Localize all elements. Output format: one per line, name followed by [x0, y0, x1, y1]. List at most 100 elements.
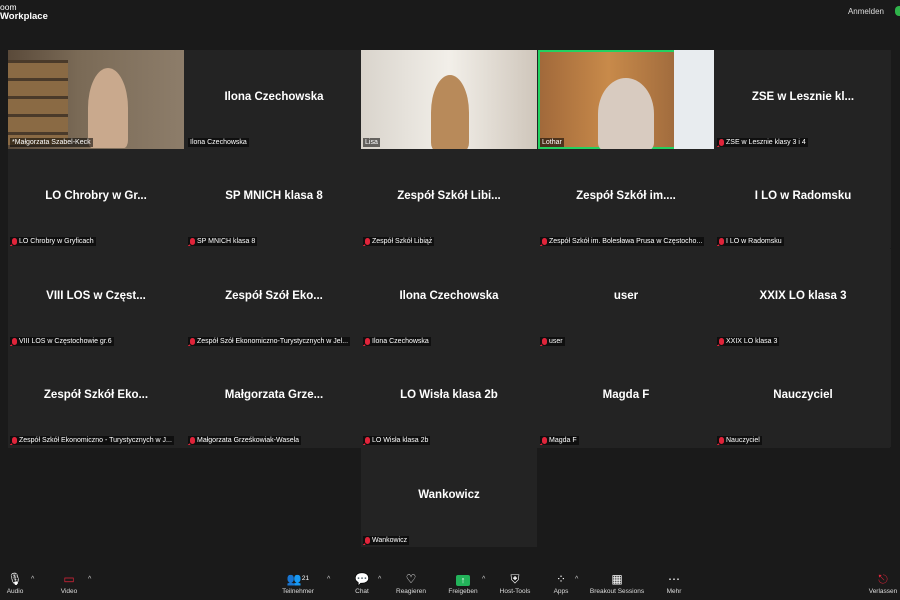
window-background	[674, 50, 714, 149]
muted-microphone-icon	[542, 437, 547, 444]
participant-name-label: Małgorzata Grześkowiak-Wasela	[188, 436, 302, 445]
participant-label-text: Ilona Czechowska	[190, 139, 247, 146]
muted-microphone-icon	[365, 437, 370, 444]
participant-display-name: VIII LOS w Częst...	[46, 290, 146, 302]
participant-tile[interactable]: Zespół Szkół Libi... Zespół Szkół Libiąż	[361, 149, 537, 248]
participant-name-label: I LO w Radomsku	[717, 237, 784, 246]
chat-button[interactable]: 💬 Chat	[352, 572, 372, 595]
participant-video-person	[598, 78, 654, 149]
participant-label-text: Nauczyciel	[726, 437, 760, 444]
participant-display-name: Zespół Szkół im....	[576, 190, 676, 202]
participant-tile[interactable]: *Małgorzata Szabel-Keck	[8, 50, 184, 149]
react-label: Reagieren	[396, 588, 426, 595]
participant-gallery: *Małgorzata Szabel-Keck Ilona Czechowska I…	[8, 50, 891, 448]
participant-tile[interactable]: SP MNICH klasa 8 SP MNICH klasa 8	[186, 149, 362, 248]
participant-tile[interactable]: user user	[538, 249, 714, 348]
meeting-toolbar: 🎙 Audio ^ ▭ Video ^ 👥21 Teilnehmer ^ 💬 C…	[0, 570, 900, 600]
participant-name-label: Wankowicz	[363, 536, 410, 545]
participant-tile[interactable]: LO Wisła klasa 2b LO Wisła klasa 2b	[361, 348, 537, 447]
participant-label-text: Zespół Szkół Ekonomiczno - Turystycznych…	[19, 437, 172, 444]
participant-tile[interactable]: Zespół Szkół Eko... Zespół Szkół Ekonomic…	[8, 348, 184, 447]
muted-microphone-icon	[719, 437, 724, 444]
participant-video-person	[431, 75, 469, 149]
participant-tile[interactable]: LO Chrobry w Gr... LO Chrobry w Gryficach	[8, 149, 184, 248]
participant-name-label: Zespół Szkół im. Bolesława Prusa w Częst…	[540, 237, 705, 246]
participant-label-text: XXIX LO klasa 3	[726, 338, 778, 345]
participant-tile[interactable]: Małgorzata Grze... Małgorzata Grześkowiak…	[186, 348, 362, 447]
participant-label-text: Wankowicz	[372, 537, 408, 544]
participant-display-name: Ilona Czechowska	[224, 91, 324, 103]
participant-label-text: Małgorzata Grześkowiak-Wasela	[197, 437, 300, 444]
participant-label-text: Lothar	[542, 139, 562, 146]
muted-microphone-icon	[12, 238, 17, 245]
participant-label-text: Lisa	[365, 139, 378, 146]
participant-display-name: ZSE w Lesznie kl...	[751, 91, 855, 103]
host-tools-button[interactable]: ⛨ Host-Tools	[496, 572, 534, 595]
participant-display-name: XXIX LO klasa 3	[759, 290, 847, 302]
apps-label: Apps	[553, 588, 569, 595]
participant-tile[interactable]: I LO w Radomsku I LO w Radomsku	[715, 149, 891, 248]
video-button[interactable]: ▭ Video	[56, 572, 82, 595]
participant-tile[interactable]: Magda F Magda F	[538, 348, 714, 447]
video-off-icon: ▭	[63, 572, 75, 586]
audio-label: Audio	[6, 588, 24, 595]
muted-microphone-icon	[190, 338, 195, 345]
participant-label-text: user	[549, 338, 563, 345]
participant-name-label: XXIX LO klasa 3	[717, 337, 780, 346]
share-screen-icon: ↑	[446, 572, 480, 586]
participant-tile[interactable]: XXIX LO klasa 3 XXIX LO klasa 3	[715, 249, 891, 348]
participant-name-label: Zespół Szkół Ekonomiczno - Turystycznych…	[10, 436, 174, 445]
participant-label-text: ZSE w Lesznie klasy 3 i 4	[726, 139, 806, 146]
participant-tile[interactable]: Lisa	[361, 50, 537, 149]
participant-display-name: I LO w Radomsku	[754, 190, 852, 202]
video-options-chevron-icon[interactable]: ^	[88, 576, 91, 583]
apps-options-chevron-icon[interactable]: ^	[575, 576, 578, 583]
participant-name-label: Lisa	[363, 138, 380, 147]
audio-button[interactable]: 🎙 Audio	[4, 572, 26, 595]
audio-options-chevron-icon[interactable]: ^	[31, 576, 34, 583]
participant-name-label: Nauczyciel	[717, 436, 762, 445]
react-button[interactable]: ♡ Reagieren	[394, 572, 428, 595]
chat-label: Chat	[355, 588, 369, 595]
muted-microphone-icon	[12, 338, 17, 345]
chat-options-chevron-icon[interactable]: ^	[378, 576, 381, 583]
participant-display-name: Zespół Szkół Eko...	[43, 389, 149, 401]
participant-display-name: Zespół Szkół Libi...	[397, 190, 501, 202]
participant-tile[interactable]: VIII LOS w Częst... VIII LOS w Częstochow…	[8, 249, 184, 348]
video-label: Video	[60, 588, 78, 595]
share-options-chevron-icon[interactable]: ^	[482, 576, 485, 583]
participant-label-text: Ilona Czechowska	[372, 338, 429, 345]
share-screen-button[interactable]: ↑ Freigeben	[446, 572, 480, 595]
sign-in-link[interactable]: Anmelden	[848, 7, 884, 16]
leave-button[interactable]: ⎋ Verlassen	[866, 572, 900, 595]
participant-name-label: Ilona Czechowska	[188, 138, 249, 147]
more-button[interactable]: ⋯ Mehr	[662, 572, 686, 595]
participant-tile[interactable]: ZSE w Lesznie kl... ZSE w Lesznie klasy 3…	[715, 50, 891, 149]
heart-icon: ♡	[405, 572, 417, 586]
muted-microphone-icon	[365, 238, 370, 245]
muted-microphone-icon	[190, 238, 195, 245]
participant-tile[interactable]: Lothar	[538, 50, 714, 149]
participant-name-label: user	[540, 337, 565, 346]
participant-tile[interactable]: Ilona Czechowska Ilona Czechowska	[186, 50, 362, 149]
participant-label-text: Magda F	[549, 437, 577, 444]
participant-tile[interactable]: Zespół Szół Eko... Zespół Szół Ekonomiczn…	[186, 249, 362, 348]
participant-video-person	[88, 68, 128, 148]
bookshelf-background	[8, 60, 68, 145]
participants-button[interactable]: 👥21 Teilnehmer	[278, 572, 318, 595]
participant-tile[interactable]: Wankowicz Wankowicz	[361, 448, 537, 547]
zoom-logo: oom Workplace	[0, 3, 48, 22]
breakout-sessions-button[interactable]: ▦ Breakout Sessions	[587, 572, 647, 595]
participant-tile[interactable]: Nauczyciel Nauczyciel	[715, 348, 891, 447]
apps-button[interactable]: ⁘ Apps	[549, 572, 573, 595]
share-label: Freigeben	[448, 588, 478, 595]
more-dots-icon: ⋯	[668, 572, 680, 586]
security-shield-icon[interactable]	[895, 6, 900, 16]
participants-options-chevron-icon[interactable]: ^	[327, 576, 330, 583]
participant-tile[interactable]: Zespół Szkół im.... Zespół Szkół im. Bole…	[538, 149, 714, 248]
shield-icon: ⛨	[510, 572, 520, 586]
participant-label-text: *Małgorzata Szabel-Keck	[12, 139, 91, 146]
participant-tile[interactable]: Ilona Czechowska Ilona Czechowska	[361, 249, 537, 348]
participant-label-text: VIII LOS w Częstochowie gr.6	[19, 338, 112, 345]
breakout-label: Breakout Sessions	[589, 588, 645, 595]
